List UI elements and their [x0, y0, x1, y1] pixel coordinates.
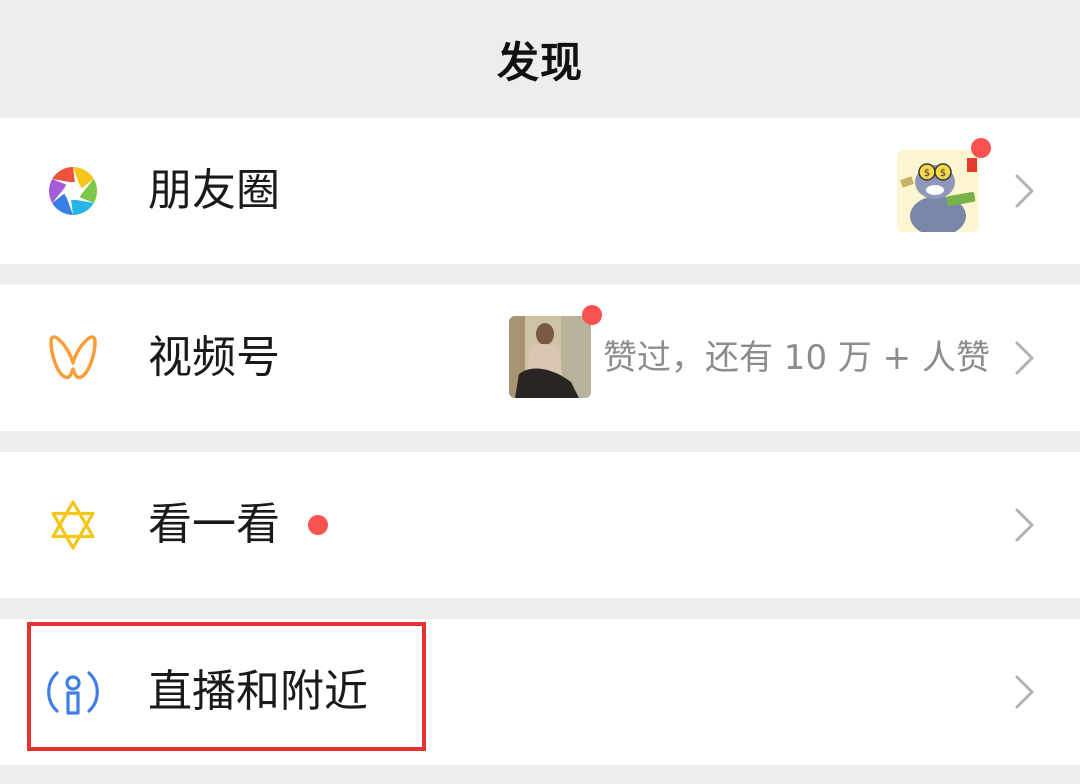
top-stories-red-dot: [308, 515, 328, 535]
moments-red-dot: [971, 138, 991, 158]
highlight-annotation-box: [27, 622, 426, 751]
svg-text:$: $: [940, 168, 946, 179]
top-stories-star-icon: [44, 496, 102, 554]
channels-red-dot: [582, 305, 602, 325]
menu-item-channels[interactable]: 视频号 赞过，还有 10 万 + 人赞: [0, 285, 1080, 431]
chevron-right-icon: [1014, 173, 1036, 209]
cat-money-sticker-thumbnail: $ $: [897, 150, 979, 232]
menu-item-label: 看一看: [148, 499, 280, 550]
channels-butterfly-icon: [44, 329, 102, 387]
chevron-right-icon: [1014, 507, 1036, 543]
menu-item-moments[interactable]: 朋友圈 $ $: [0, 118, 1080, 264]
svg-text:$: $: [924, 168, 930, 179]
page-title: 发现: [496, 37, 583, 87]
menu-item-label: 朋友圈: [148, 165, 280, 216]
video-photo-thumbnail: [509, 316, 591, 398]
channels-like-info: 赞过，还有 10 万 + 人赞: [603, 338, 990, 378]
chevron-right-icon: [1014, 340, 1036, 376]
menu-item-top-stories[interactable]: 看一看: [0, 452, 1080, 598]
chevron-right-icon: [1014, 674, 1036, 710]
menu-item-label: 视频号: [148, 332, 280, 383]
top-bar: 发现: [0, 0, 1080, 118]
moments-aperture-icon: [44, 162, 102, 220]
